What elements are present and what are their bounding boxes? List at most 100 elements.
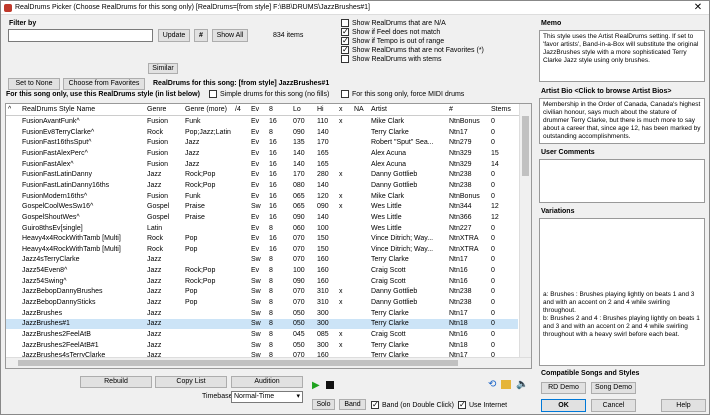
col-number[interactable]: # (449, 105, 453, 115)
table-row[interactable]: FusionModern16ths^ Fusion Funk Ev 16 065 120 x M… (6, 192, 518, 202)
scroll-thumb[interactable] (522, 116, 529, 176)
simple-drums-checkbox[interactable] (209, 90, 217, 98)
table-row[interactable]: GospelShoutWes^ Gospel Praise Ev 16 090 140 Wes… (6, 213, 518, 223)
col-stems[interactable]: Stems (491, 105, 511, 115)
help-button[interactable]: Help (661, 399, 706, 412)
speaker-icon[interactable]: 🔈 (516, 380, 528, 390)
table-cell: 060 (293, 224, 305, 232)
option-na[interactable]: Show RealDrums that are N/A (341, 19, 446, 27)
option-tempo[interactable]: Show if Tempo is out of range (341, 36, 445, 45)
stop-icon[interactable] (326, 381, 334, 389)
table-row[interactable]: FusionEv8TerryClarke^ Rock Pop;Jazz;Latin E… (6, 128, 518, 138)
table-row[interactable]: Jazz4sTerryClarke Jazz Sw 8 070 160 Terry Clar… (6, 255, 518, 265)
table-row[interactable]: JazzBrushes Jazz Sw 8 050 300 Terry Clarke Ntn1… (6, 309, 518, 319)
audition-button[interactable]: Audition (231, 376, 303, 388)
use-internet-checkbox[interactable] (458, 400, 466, 409)
table-row[interactable]: JazzBrushes2FeelAtB Jazz Sw 8 045 085 x Craig S… (6, 330, 518, 340)
header-sort-icon[interactable]: ^ (8, 105, 11, 115)
table-cell: 090 (293, 277, 305, 285)
option-checkbox[interactable] (341, 55, 349, 63)
col-hi[interactable]: Hi (317, 105, 324, 115)
filter-input[interactable] (8, 29, 153, 42)
table-row[interactable]: JazzBebopDannySticks Jazz Pop Sw 8 070 310 x Dan… (6, 298, 518, 308)
table-row[interactable]: Guiro8thsEv[single] Latin Ev 8 060 100 Wes Lit… (6, 224, 518, 234)
col-quarter[interactable]: /4 (235, 105, 241, 115)
realdrums-list[interactable]: ^ RealDrums Style Name Genre Genre (more… (5, 103, 532, 369)
col-x[interactable]: x (339, 105, 343, 115)
table-cell: 0 (491, 299, 495, 307)
table-row[interactable]: FusionFastLatinDanny16ths Jazz Rock;Pop Ev 1… (6, 181, 518, 191)
table-cell: Ev (251, 192, 260, 200)
option-checkbox[interactable] (341, 27, 349, 36)
play-icon[interactable]: ▶ (312, 381, 320, 391)
artist-bio-title[interactable]: Artist Bio <Click to browse Artist Bios> (541, 88, 671, 95)
table-row[interactable]: Heavy4x4RockWithTamb [Multi] Rock Pop Ev 16 0… (6, 234, 518, 244)
table-row[interactable]: Jazz54Swing^ Jazz Rock;Pop Sw 8 090 160 Craig S… (6, 277, 518, 287)
list-horizontal-scrollbar[interactable] (6, 357, 531, 368)
col-genre-more[interactable]: Genre (more) (185, 105, 227, 115)
user-comments-text[interactable] (539, 159, 705, 203)
band-double-click-option[interactable]: Band (on Double Click) (371, 400, 454, 409)
choose-favorites-button[interactable]: Choose from Favorites (63, 78, 145, 90)
col-ev[interactable]: Ev (251, 105, 259, 115)
table-row[interactable]: FusionFastAlex^ Fusion Jazz Ev 16 140 165 Alex … (6, 160, 518, 170)
table-cell: 0 (491, 192, 495, 200)
cancel-button[interactable]: Cancel (591, 399, 636, 412)
simple-drums-option[interactable]: Simple drums for this song (no fills) (209, 90, 329, 98)
table-row[interactable]: JazzBebopDannyBrushes Jazz Pop Sw 8 070 310 x Da… (6, 287, 518, 297)
table-row[interactable]: FusionFastAlexPerc^ Fusion Jazz Ev 16 140 165 A… (6, 149, 518, 159)
table-row[interactable]: FusionFastLatinDanny Jazz Rock;Pop Ev 16 170 2… (6, 170, 518, 180)
table-row[interactable]: GospelCoolWesSw16^ Gospel Praise Sw 16 065 090… (6, 202, 518, 212)
table-cell: 120 (317, 192, 329, 200)
table-cell: 070 (293, 256, 305, 264)
option-label: Show if Tempo is out of range (352, 37, 445, 45)
col-lo[interactable]: Lo (293, 105, 301, 115)
rebuild-button[interactable]: Rebuild (80, 376, 152, 388)
folder-icon[interactable] (501, 380, 511, 389)
update-button[interactable]: Update (158, 29, 190, 42)
scroll-thumb[interactable] (18, 360, 458, 366)
use-internet-option[interactable]: Use Internet (458, 400, 507, 409)
table-cell: Ntn18 (449, 341, 468, 349)
table-row[interactable]: Heavy4x4RockWithTamb [Multi] Rock Pop Ev 16 0… (6, 245, 518, 255)
set-to-none-button[interactable]: Set to None (8, 78, 60, 90)
ok-button[interactable]: OK (541, 399, 586, 412)
table-row[interactable]: FusionAvantFunk^ Fusion Funk Ev 16 070 110 x Mik… (6, 117, 518, 127)
similar-button[interactable]: Similar (148, 63, 178, 74)
force-midi-checkbox[interactable] (341, 90, 349, 98)
table-cell: Mike Clark (371, 192, 405, 200)
option-stems[interactable]: Show RealDrums with stems (341, 55, 441, 63)
band-button[interactable]: Band (339, 399, 366, 410)
option-checkbox[interactable] (341, 36, 349, 45)
force-midi-option[interactable]: For this song only, force MIDI drums (341, 90, 464, 98)
col-8[interactable]: 8 (269, 105, 273, 115)
col-style-name[interactable]: RealDrums Style Name (22, 105, 95, 115)
close-icon[interactable]: ✕ (691, 2, 705, 14)
option-feel[interactable]: Show if Feel does not match (341, 27, 440, 36)
table-cell: JazzBrushes#1 (22, 320, 70, 328)
show-all-button[interactable]: Show All (212, 29, 248, 42)
option-checkbox[interactable] (341, 19, 349, 27)
timebase-select[interactable]: Normal-Time ▾ (231, 391, 303, 403)
list-vertical-scrollbar[interactable] (519, 104, 531, 368)
rd-demo-button[interactable]: RD Demo (541, 382, 586, 394)
loop-icon[interactable]: ⟲ (488, 380, 496, 390)
table-cell: 090 (293, 128, 305, 136)
hash-button[interactable]: # (194, 29, 208, 42)
table-cell: 090 (317, 203, 329, 211)
option-checkbox[interactable] (341, 45, 349, 54)
copy-list-button[interactable]: Copy List (155, 376, 227, 388)
solo-button[interactable]: Solo (312, 399, 335, 410)
song-demo-button[interactable]: Song Demo (591, 382, 636, 394)
band-double-click-checkbox[interactable] (371, 400, 379, 409)
table-row[interactable]: JazzBrushes#1 Jazz Sw 8 050 300 Terry Clarke Nt… (6, 319, 518, 330)
table-row[interactable]: FusionFast16thsSput^ Fusion Jazz Ev 16 135 170… (6, 138, 518, 148)
table-cell: 8 (269, 128, 273, 136)
table-row[interactable]: JazzBrushes2FeelAtB#1 Jazz Sw 8 050 300 x Terry… (6, 341, 518, 351)
table-cell: Pop (185, 288, 198, 296)
col-artist[interactable]: Artist (371, 105, 387, 115)
col-genre[interactable]: Genre (147, 105, 166, 115)
col-na[interactable]: NA (354, 105, 364, 115)
table-row[interactable]: Jazz54Even8^ Jazz Rock;Pop Ev 8 100 160 Craig S… (6, 266, 518, 276)
option-favorites[interactable]: Show RealDrums that are not Favorites (*… (341, 45, 484, 54)
